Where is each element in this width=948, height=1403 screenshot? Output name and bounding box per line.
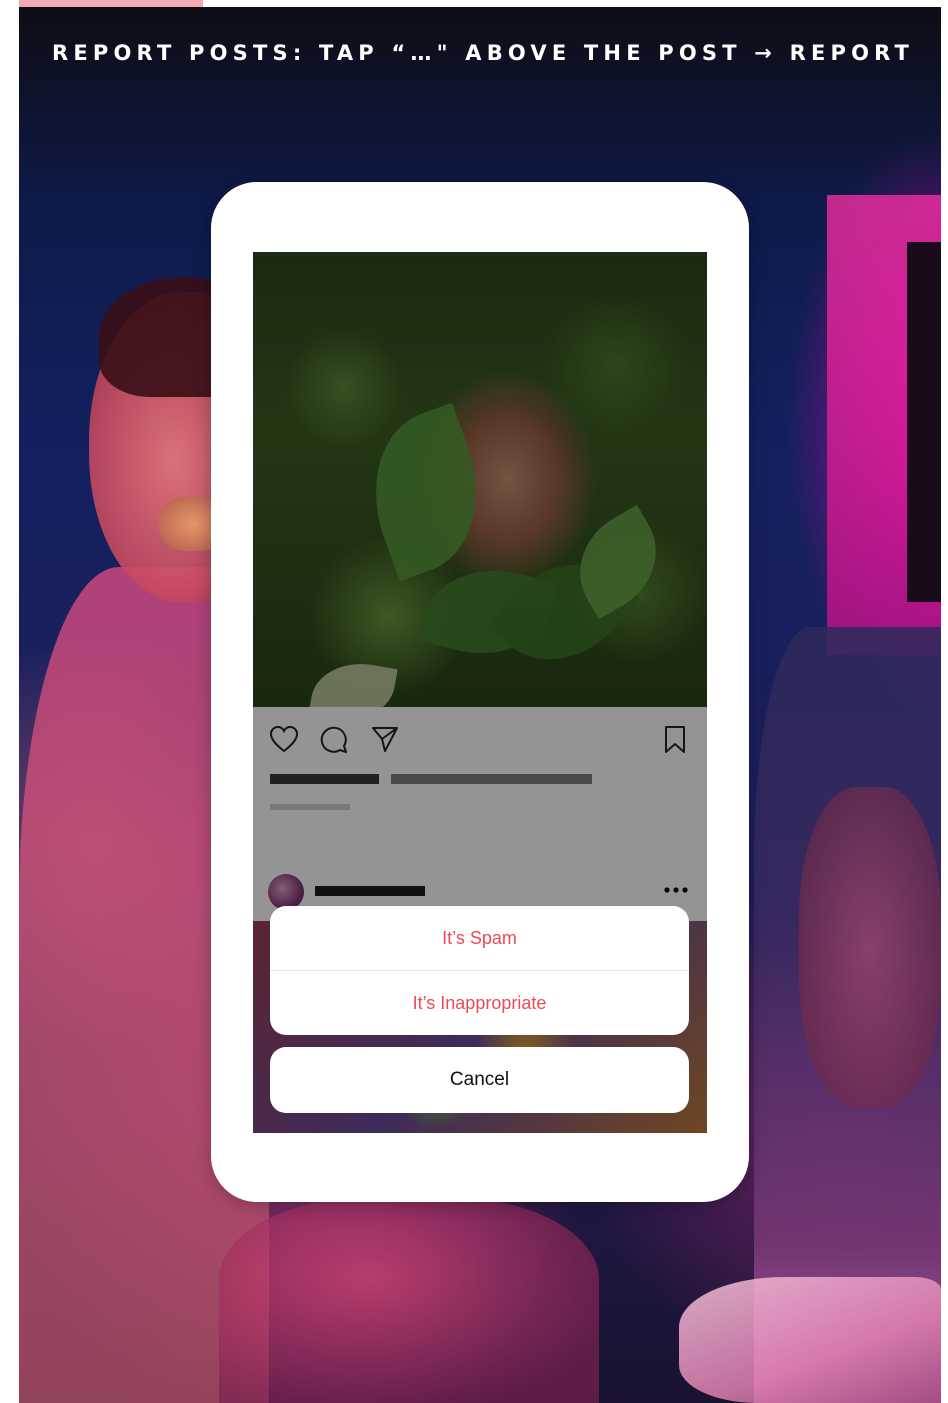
- report-spam-button[interactable]: It’s Spam: [270, 906, 689, 970]
- report-options-sheet: It’s Spam It’s Inappropriate: [270, 906, 689, 1035]
- phone-mockup: It’s Spam It’s Inappropriate Cancel: [211, 182, 749, 1202]
- report-inappropriate-button[interactable]: It’s Inappropriate: [270, 971, 689, 1035]
- background-lower-hand: [219, 1197, 599, 1403]
- cancel-button[interactable]: Cancel: [270, 1047, 689, 1113]
- phone-screen: It’s Spam It’s Inappropriate Cancel: [253, 252, 707, 1133]
- headline: REPORT POSTS: TAP “…" ABOVE THE POST → R…: [52, 41, 915, 65]
- accent-tab: [19, 0, 203, 7]
- background-neon-sign-inner: [907, 242, 941, 602]
- background-hand: [799, 787, 941, 1107]
- background-shoe: [679, 1277, 941, 1403]
